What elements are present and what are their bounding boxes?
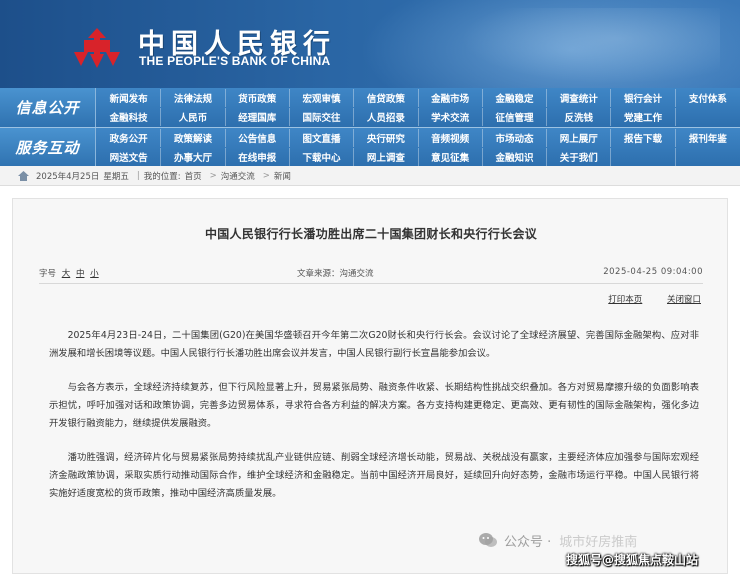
nav-service-item-12[interactable]: 办事大厅 [161, 148, 226, 166]
article-paragraph: 与会各方表示，全球经济持续复苏，但下行风险显著上升，贸易紧张局势、融资条件收紧、… [49, 382, 699, 429]
wechat-icon [479, 533, 497, 547]
nav-info-item-14[interactable]: 国际交往 [290, 108, 355, 126]
font-size-small-option[interactable]: 小 [90, 269, 99, 279]
nav-service-item-11[interactable]: 网送文告 [97, 148, 162, 166]
breadcrumb-separator: > [209, 170, 217, 181]
nav-info-item-20 [676, 108, 740, 126]
nav-service-item-7[interactable]: 市场动态 [483, 129, 548, 147]
breadcrumb: 2025年4月25日 星期五 | 我的位置: 首页 > 沟通交流 > 新闻 [0, 166, 740, 186]
nav-info-item-2[interactable]: 法律法规 [161, 89, 226, 107]
nav-info-item-8[interactable]: 调查统计 [547, 89, 612, 107]
nav-grid-info: 新闻发布 法律法规 货币政策 宏观审慎 信贷政策 金融市场 金融稳定 调查统计 银行会计 支付体系… [97, 89, 740, 126]
print-page-link[interactable]: 打印本页 [608, 295, 642, 305]
nav-service-item-18[interactable]: 关于我们 [547, 148, 612, 166]
banner-world-map [460, 8, 720, 84]
nav-info-item-19[interactable]: 党建工作 [611, 108, 676, 126]
nav-info-item-15[interactable]: 人员招录 [354, 108, 419, 126]
nav-info-item-9[interactable]: 银行会计 [611, 89, 676, 107]
breadcrumb-separator: | [136, 170, 140, 181]
article-actions: 打印本页 关闭窗口 [586, 293, 701, 305]
nav-grid-service: 政务公开 政策解读 公告信息 图文直播 央行研究 音频视频 市场动态 网上展厅 报告下载 报刊年鉴… [97, 129, 740, 166]
nav-section-info-disclosure[interactable]: 信息公开 [0, 88, 96, 127]
close-window-link[interactable]: 关闭窗口 [667, 295, 701, 305]
article-date: 2025-04-25 09:04:00 [603, 267, 703, 277]
font-size-large-option[interactable]: 大 [62, 269, 71, 279]
nav-info-item-1[interactable]: 新闻发布 [97, 89, 162, 107]
sohu-watermark: 搜狐号@搜狐焦点鞍山站 [566, 553, 699, 567]
nav-info-item-13[interactable]: 经理国库 [226, 108, 290, 126]
nav-service-item-6[interactable]: 音频视频 [419, 129, 483, 147]
nav-info-item-12[interactable]: 人民币 [161, 108, 226, 126]
nav-service-item-4[interactable]: 图文直播 [290, 129, 355, 147]
home-icon [18, 171, 29, 181]
site-banner: 中国人民银行 THE PEOPLE'S BANK OF CHINA [0, 0, 740, 88]
nav-row-service-interaction: 服务互动 政务公开 政策解读 公告信息 图文直播 央行研究 音频视频 市场动态 网上展厅 报告下… [0, 127, 740, 167]
nav-info-item-7[interactable]: 金融稳定 [483, 89, 548, 107]
nav-service-item-20 [676, 148, 740, 166]
wechat-watermark-faint-text: 城市好房推南 [559, 534, 638, 550]
breadcrumb-current-news[interactable]: 新闻 [274, 170, 291, 182]
nav-service-item-10[interactable]: 报刊年鉴 [676, 129, 740, 147]
nav-row-info-disclosure: 信息公开 新闻发布 法律法规 货币政策 宏观审慎 信贷政策 金融市场 金融稳定 调查统计 银行会… [0, 88, 740, 127]
nav-info-item-16[interactable]: 学术交流 [419, 108, 483, 126]
article-title: 中国人民银行行长潘功胜出席二十国集团财长和央行行长会议 [204, 227, 538, 241]
nav-service-item-1[interactable]: 政务公开 [97, 129, 162, 147]
article-meta: 字号 大 中 小 文章来源：沟通交流 2025-04-25 09:04:00 [39, 267, 703, 281]
nav-info-item-4[interactable]: 宏观审慎 [290, 89, 355, 107]
nav-service-item-17[interactable]: 金融知识 [483, 148, 548, 166]
nav-service-item-13[interactable]: 在线申报 [226, 148, 290, 166]
nav-service-item-19 [611, 148, 676, 166]
breadcrumb-separator: > [262, 170, 270, 181]
nav-info-item-3[interactable]: 货币政策 [226, 89, 290, 107]
article-paragraph: 潘功胜强调，经济碎片化与贸易紧张局势持续扰乱产业链供应链、削弱全球经济增长动能，… [49, 452, 699, 499]
main-navigation: 信息公开 新闻发布 法律法规 货币政策 宏观审慎 信贷政策 金融市场 金融稳定 调查统计 银行会… [0, 88, 740, 167]
article-panel: 中国人民银行行长潘功胜出席二十国集团财长和央行行长会议 字号 大 中 小 文章来… [12, 198, 728, 574]
nav-service-item-3[interactable]: 公告信息 [226, 129, 290, 147]
breadcrumb-weekday: 星期五 [103, 171, 129, 182]
nav-service-item-5[interactable]: 央行研究 [354, 129, 419, 147]
breadcrumb-location-label: 我的位置: [143, 171, 181, 182]
nav-info-item-17[interactable]: 征信管理 [483, 108, 548, 126]
nav-service-item-16[interactable]: 意见征集 [419, 148, 483, 166]
site-title-en[interactable]: THE PEOPLE'S BANK OF CHINA [139, 54, 330, 68]
nav-service-item-14[interactable]: 下载中心 [290, 148, 355, 166]
breadcrumb-date: 2025年4月25日 [36, 171, 100, 182]
nav-service-item-15[interactable]: 网上调查 [354, 148, 419, 166]
breadcrumb-link-communication[interactable]: 沟通交流 [221, 170, 255, 182]
nav-info-item-11[interactable]: 金融科技 [97, 108, 162, 126]
wechat-watermark: 公众号 · 城市好房推南 [478, 528, 637, 552]
font-size-medium-option[interactable]: 中 [76, 269, 85, 279]
pboc-emblem-icon[interactable] [70, 26, 124, 70]
font-size-label: 字号 [39, 269, 57, 279]
article-source: 文章来源：沟通交流 [297, 269, 374, 279]
nav-service-item-9[interactable]: 报告下载 [611, 129, 676, 147]
nav-service-item-8[interactable]: 网上展厅 [547, 129, 612, 147]
nav-info-item-5[interactable]: 信贷政策 [354, 89, 419, 107]
font-size-selector: 字号 大 中 小 [39, 267, 99, 279]
article-paragraph: 2025年4月23日-24日，二十国集团(G20)在美国华盛顿召开今年第二次G2… [49, 330, 699, 359]
nav-info-item-6[interactable]: 金融市场 [419, 89, 483, 107]
nav-info-item-18[interactable]: 反洗钱 [547, 108, 612, 126]
wechat-watermark-text: 公众号 · [504, 534, 552, 550]
nav-service-item-2[interactable]: 政策解读 [161, 129, 226, 147]
breadcrumb-link-home[interactable]: 首页 [185, 170, 202, 182]
meta-divider [39, 283, 703, 284]
nav-section-service-interaction[interactable]: 服务互动 [0, 128, 96, 167]
nav-info-item-10[interactable]: 支付体系 [676, 89, 740, 107]
